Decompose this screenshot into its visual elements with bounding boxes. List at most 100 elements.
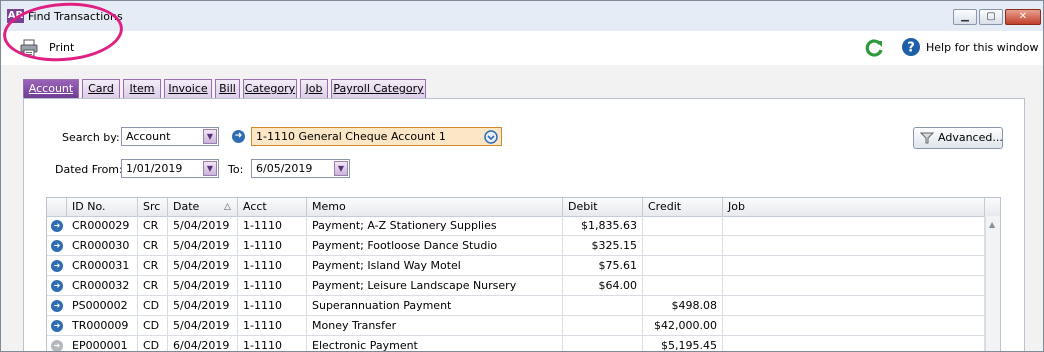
table-row[interactable]: ➜ PS000002 CD 5/04/2019 1-1110 Superannuation… bbox=[47, 296, 985, 316]
scroll-up-icon[interactable]: ▲ bbox=[989, 220, 995, 229]
search-by-select[interactable]: Account ▼ bbox=[121, 127, 219, 146]
maximize-button[interactable]: ▢ bbox=[979, 9, 1003, 25]
cell-date: 6/04/2019 bbox=[168, 336, 238, 351]
column-header-src[interactable]: Src bbox=[138, 198, 168, 216]
table-row[interactable]: ➜ CR000030 CR 5/04/2019 1-1110 Payment; Footl… bbox=[47, 236, 985, 256]
help-label[interactable]: Help for this window bbox=[926, 41, 1039, 54]
tab-job[interactable]: Job bbox=[300, 79, 328, 99]
cell-debit: $64.00 bbox=[563, 276, 643, 296]
table-row[interactable]: ➜ CR000032 CR 5/04/2019 1-1110 Payment; Leisu… bbox=[47, 276, 985, 296]
cell-src: CR bbox=[138, 236, 168, 256]
cell-src: CD bbox=[138, 316, 168, 336]
search-by-value: Account bbox=[126, 130, 171, 143]
table-row[interactable]: ➜ CR000031 CR 5/04/2019 1-1110 Payment; Islan… bbox=[47, 256, 985, 276]
cell-acct: 1-1110 bbox=[238, 316, 307, 336]
to-date-field[interactable]: 6/05/2019 ▼ bbox=[251, 159, 350, 178]
account-detail-arrow-icon[interactable]: ➜ bbox=[232, 130, 245, 143]
cell-job bbox=[723, 336, 985, 351]
advanced-button[interactable]: Advanced... bbox=[913, 127, 1003, 149]
cell-debit bbox=[563, 296, 643, 316]
cell-credit bbox=[643, 276, 723, 296]
cell-date: 5/04/2019 bbox=[168, 276, 238, 296]
zoom-arrow-icon[interactable]: ➜ bbox=[51, 220, 63, 232]
close-button[interactable]: ✕ bbox=[1005, 9, 1041, 25]
print-button[interactable]: Print bbox=[15, 36, 85, 60]
column-header-date[interactable]: Date △ bbox=[168, 198, 238, 216]
cell-src: CD bbox=[138, 296, 168, 316]
dated-from-label: Dated From: bbox=[55, 163, 123, 176]
cell-date: 5/04/2019 bbox=[168, 216, 238, 236]
cell-acct: 1-1110 bbox=[238, 216, 307, 236]
zoom-arrow-icon[interactable]: ➜ bbox=[51, 260, 63, 272]
help-icon[interactable]: ? bbox=[901, 37, 921, 57]
cell-id: CR000029 bbox=[67, 216, 138, 236]
window-title: Find Transactions bbox=[28, 10, 123, 23]
column-header-memo[interactable]: Memo bbox=[307, 198, 563, 216]
column-header-credit[interactable]: Credit bbox=[643, 198, 723, 216]
cell-id: CR000031 bbox=[67, 256, 138, 276]
cell-id: EP000001 bbox=[67, 336, 138, 351]
cell-date: 5/04/2019 bbox=[168, 236, 238, 256]
minimize-button[interactable]: ▁ bbox=[953, 9, 977, 25]
search-by-label: Search by: bbox=[62, 131, 120, 144]
zoom-arrow-icon[interactable]: ➜ bbox=[51, 340, 63, 351]
cell-debit bbox=[563, 316, 643, 336]
cell-memo: Payment; Island Way Motel bbox=[307, 256, 563, 276]
advanced-label: Advanced... bbox=[938, 131, 1003, 144]
column-header-link bbox=[47, 198, 67, 216]
tab-invoice[interactable]: Invoice bbox=[164, 79, 212, 99]
refresh-icon[interactable] bbox=[863, 38, 885, 60]
dated-from-field[interactable]: 1/01/2019 ▼ bbox=[121, 159, 219, 178]
list-icon[interactable] bbox=[484, 130, 498, 144]
vertical-scrollbar[interactable]: ▲ bbox=[985, 216, 1000, 351]
cell-memo: Payment; Footloose Dance Studio bbox=[307, 236, 563, 256]
cell-acct: 1-1110 bbox=[238, 236, 307, 256]
column-header-id[interactable]: ID No. bbox=[67, 198, 138, 216]
cell-acct: 1-1110 bbox=[238, 296, 307, 316]
toolbar: Print ? Help for this window bbox=[1, 31, 1043, 65]
zoom-arrow-icon[interactable]: ➜ bbox=[51, 280, 63, 292]
sort-ascending-icon: △ bbox=[224, 202, 231, 212]
cell-credit: $498.08 bbox=[643, 296, 723, 316]
cell-acct: 1-1110 bbox=[238, 336, 307, 351]
table-row[interactable]: ➜ CR000029 CR 5/04/2019 1-1110 Payment; A-Z S… bbox=[47, 216, 985, 236]
filter-icon bbox=[920, 132, 934, 144]
chevron-down-icon[interactable]: ▼ bbox=[203, 129, 217, 144]
cell-job bbox=[723, 236, 985, 256]
cell-acct: 1-1110 bbox=[238, 276, 307, 296]
svg-text:?: ? bbox=[907, 41, 915, 56]
chevron-down-icon[interactable]: ▼ bbox=[334, 161, 348, 176]
cell-date: 5/04/2019 bbox=[168, 256, 238, 276]
zoom-arrow-icon[interactable]: ➜ bbox=[51, 320, 63, 332]
column-header-debit[interactable]: Debit bbox=[563, 198, 643, 216]
tab-category[interactable]: Category bbox=[243, 79, 297, 99]
zoom-arrow-icon[interactable]: ➜ bbox=[51, 300, 63, 312]
cell-date: 5/04/2019 bbox=[168, 296, 238, 316]
table-row[interactable]: ➜ TR000009 CD 5/04/2019 1-1110 Money Transfer… bbox=[47, 316, 985, 336]
cell-debit: $325.15 bbox=[563, 236, 643, 256]
cell-job bbox=[723, 256, 985, 276]
chevron-down-icon[interactable]: ▼ bbox=[203, 161, 217, 176]
tab-account[interactable]: Account bbox=[23, 79, 79, 99]
to-date-value: 6/05/2019 bbox=[256, 162, 313, 175]
cell-credit bbox=[643, 236, 723, 256]
account-field[interactable]: 1-1110 General Cheque Account 1 bbox=[251, 127, 502, 146]
cell-memo: Electronic Payment bbox=[307, 336, 563, 351]
cell-id: PS000002 bbox=[67, 296, 138, 316]
cell-job bbox=[723, 276, 985, 296]
column-header-job[interactable]: Job bbox=[723, 198, 985, 216]
cell-memo: Payment; Leisure Landscape Nursery bbox=[307, 276, 563, 296]
zoom-arrow-icon[interactable]: ➜ bbox=[51, 240, 63, 252]
column-header-acct[interactable]: Acct bbox=[238, 198, 307, 216]
table-row[interactable]: ➜ EP000001 CD 6/04/2019 1-1110 Electronic Pay… bbox=[47, 336, 985, 351]
tab-bill[interactable]: Bill bbox=[215, 79, 240, 99]
app-icon: AR bbox=[7, 9, 24, 23]
tab-item[interactable]: Item bbox=[123, 79, 161, 99]
tab-card[interactable]: Card bbox=[82, 79, 120, 99]
cell-src: CR bbox=[138, 256, 168, 276]
cell-memo: Money Transfer bbox=[307, 316, 563, 336]
dated-from-value: 1/01/2019 bbox=[126, 162, 183, 175]
transactions-table: ID No. Src Date △ Acct Memo Debit Credit… bbox=[46, 197, 1001, 351]
cell-src: CR bbox=[138, 216, 168, 236]
tab-payroll-category[interactable]: Payroll Category bbox=[331, 79, 426, 99]
